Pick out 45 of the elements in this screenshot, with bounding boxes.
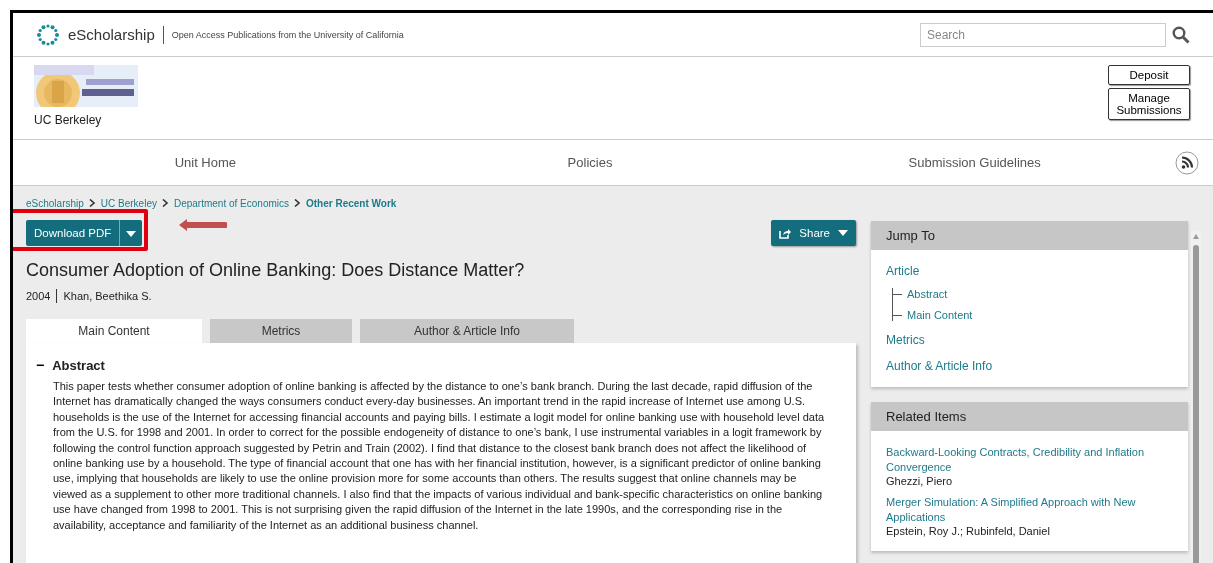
tab[interactable]: Main Content — [26, 319, 202, 343]
site-name[interactable]: eScholarship — [68, 26, 155, 43]
caret-icon — [838, 230, 848, 236]
related-link[interactable]: Merger Simulation: A Simplified Approach with New Applications — [886, 495, 1173, 525]
abstract-text: This paper tests whether consumer adoption of online banking is affected by the distance to one’s bank branch. During the last decade, rapid diffusion of the Internet has dramatically changed the ways consumers conduct every-day businesses. An important trend in the rapid increase of Internet use among U.S. households is the use of the Internet for accessing financial accounts and paying bills. I estimate a logit model for online banking use with household level data from the U.S. for 1998 and 2001. In order to correct for the possible endogeneity of distance to one’s bank, I use instrumental variables in a logit framework by following the control function approach suggested by Petrin and Train (2002). I find that distance to the closest bank branch does not affect the likelihood of online banking use by a household. The type of financial account that one has with her financial institution, however, is a significant predictor of online banking use, implying that households are likely to use the online provision more for some accounts than others. The results suggest that online channels may be viewed as a supplement to other more traditional channels. I also find that the impacts of various individual and bank-specific characteristics on online banking use have changed from 1998 to 2001. This is not surprising given the rapid diffusion of the Internet in the late 1990s, and the corresponding rise in the availability, acceptance and familiarity of the Internet as an additional business channel. — [53, 379, 826, 533]
article-author[interactable]: Khan, Beethika S. — [63, 290, 152, 302]
caret-icon — [126, 231, 137, 237]
jump-link[interactable]: Article — [886, 264, 1173, 278]
nav-link[interactable]: Submission Guidelines — [908, 155, 1041, 170]
jump-link[interactable]: Main Content — [907, 309, 973, 321]
tab[interactable]: Author & Article Info — [360, 319, 574, 343]
collapse-toggle[interactable]: − — [36, 357, 45, 373]
chevron-icon — [294, 199, 301, 207]
abstract-heading: Abstract — [52, 357, 105, 373]
chevron-icon — [161, 199, 169, 207]
nav-link[interactable]: Unit Home — [174, 155, 237, 170]
search-icon[interactable] — [1172, 25, 1190, 44]
card-header: Jump To — [871, 221, 1188, 250]
unit-button[interactable]: Manage Submissions — [1108, 88, 1190, 120]
breadcrumb-link[interactable]: Department of Economics — [173, 197, 289, 209]
jump-link[interactable]: Author & Article Info — [886, 359, 1173, 373]
related-link[interactable]: Backward-Looking Contracts, Credibility and Inflation Convergence — [886, 445, 1173, 475]
breadcrumb-link[interactable]: Other Recent Work — [306, 197, 397, 209]
breadcrumb-link[interactable]: eScholarship — [26, 197, 84, 209]
unit-name: UC Berkeley — [34, 113, 103, 127]
nav-link[interactable]: Policies — [567, 155, 613, 170]
site-tagline: Open Access Publications from the University of California — [171, 29, 404, 40]
tab[interactable]: Metrics — [210, 319, 352, 343]
rss-icon[interactable] — [1175, 150, 1199, 175]
arrow-annotation — [179, 219, 227, 231]
related-authors: Epstein, Roy J.; Rubinfeld, Daniel — [886, 525, 1051, 537]
jump-link[interactable]: Abstract — [907, 288, 948, 300]
article-year: 2004 — [26, 290, 51, 302]
unit-button[interactable]: Deposit — [1108, 65, 1190, 85]
logo-icon — [36, 22, 60, 47]
share-icon — [779, 227, 792, 239]
article-title: Consumer Adoption of Online Banking: Does Distance Matter? — [26, 260, 526, 281]
jump-link[interactable]: Metrics — [886, 333, 1173, 347]
share-button[interactable]: Share — [771, 220, 856, 246]
chevron-icon — [88, 199, 96, 207]
card-header: Related Items — [871, 402, 1188, 431]
search-field[interactable]: Search — [920, 22, 1166, 47]
related-authors: Ghezzi, Piero — [886, 475, 954, 487]
download-pdf-button[interactable]: Download PDF — [26, 220, 120, 246]
breadcrumb-link[interactable]: UC Berkeley — [100, 197, 157, 209]
